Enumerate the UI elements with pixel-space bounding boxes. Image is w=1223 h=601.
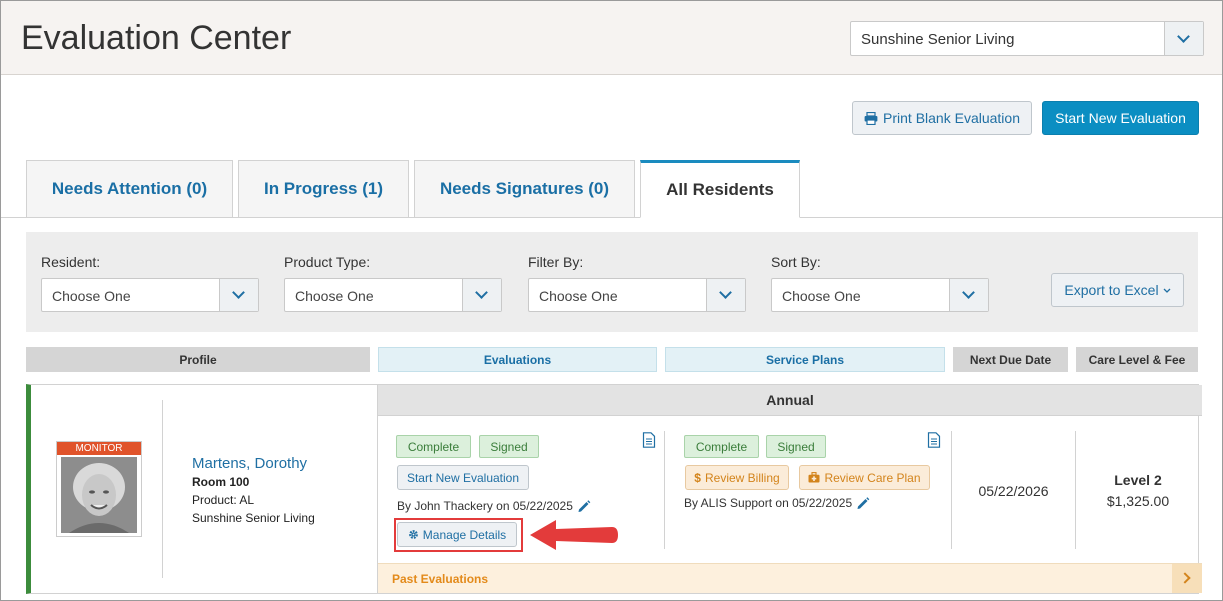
printer-icon — [864, 111, 878, 125]
column-header-profile: Profile — [26, 347, 370, 372]
tab-needs-signatures[interactable]: Needs Signatures (0) — [414, 160, 635, 218]
print-blank-evaluation-button[interactable]: Print Blank Evaluation — [852, 101, 1032, 135]
dollar-icon: $ — [694, 470, 701, 485]
chevron-down-icon — [962, 286, 975, 299]
pointer-arrow-icon — [530, 520, 618, 550]
resident-photo[interactable]: MONITOR — [56, 441, 142, 537]
evaluation-author-text: By John Thackery on 05/22/2025 — [397, 499, 573, 513]
review-care-plan-button[interactable]: Review Care Plan — [799, 465, 930, 490]
chevron-right-icon — [1179, 572, 1191, 584]
past-evaluations-expand-button[interactable] — [1172, 564, 1202, 593]
tab-needs-attention[interactable]: Needs Attention (0) — [26, 160, 233, 218]
resident-name-link[interactable]: Martens, Dorothy — [192, 455, 307, 472]
manage-details-button[interactable]: Manage Details — [397, 522, 517, 547]
manage-details-label: Manage Details — [422, 527, 507, 542]
export-to-excel-button[interactable]: Export to Excel — [1051, 273, 1184, 307]
filter-bar: Resident: Choose One Product Type: Choos… — [26, 232, 1198, 332]
review-care-plan-label: Review Care Plan — [824, 470, 921, 485]
filter-by-select[interactable]: Choose One — [528, 278, 746, 312]
evaluation-center-window: Evaluation Center Sunshine Senior Living… — [0, 0, 1223, 601]
service-plan-signed-badge: Signed — [766, 435, 826, 458]
product-type-filter-label: Product Type: — [284, 254, 371, 270]
care-level: Level 2 — [1114, 472, 1162, 488]
card-divider — [664, 431, 665, 549]
community-select-value: Sunshine Senior Living — [861, 31, 1015, 48]
filter-by-value: Choose One — [539, 288, 618, 304]
resident-room: Room 100 — [192, 475, 250, 489]
chevron-down-icon — [719, 286, 732, 299]
past-evaluations-bar[interactable]: Past Evaluations — [378, 563, 1202, 593]
community-select[interactable]: Sunshine Senior Living — [850, 21, 1204, 56]
resident-filter-dropdown[interactable] — [219, 279, 258, 311]
caret-down-icon — [1163, 288, 1171, 293]
chevron-down-icon — [1177, 29, 1190, 43]
gear-icon — [408, 530, 418, 539]
pencil-icon[interactable] — [856, 496, 870, 510]
resident-filter-select[interactable]: Choose One — [41, 278, 259, 312]
next-due-date: 05/22/2026 — [978, 483, 1049, 499]
document-icon[interactable] — [642, 432, 656, 448]
print-blank-evaluation-label: Print Blank Evaluation — [883, 110, 1020, 126]
chevron-down-icon — [232, 286, 245, 299]
tab-all-residents[interactable]: All Residents — [640, 160, 800, 218]
card-divider — [162, 400, 163, 578]
sort-by-dropdown[interactable] — [949, 279, 988, 311]
card-divider — [1075, 431, 1076, 549]
tab-in-progress[interactable]: In Progress (1) — [238, 160, 409, 218]
page-header: Evaluation Center Sunshine Senior Living — [1, 1, 1222, 75]
sort-by-select[interactable]: Choose One — [771, 278, 989, 312]
resident-product: Product: AL — [192, 493, 255, 507]
product-type-filter-dropdown[interactable] — [462, 279, 501, 311]
evaluation-status-badge: Complete — [396, 435, 471, 458]
evaluation-author-line: By John Thackery on 05/22/2025 — [397, 499, 591, 513]
card-divider — [377, 385, 378, 593]
annual-section-header: Annual — [378, 385, 1202, 416]
service-plan-author-text: By ALIS Support on 05/22/2025 — [684, 496, 853, 510]
medical-kit-icon — [808, 472, 820, 483]
past-evaluations-label[interactable]: Past Evaluations — [392, 572, 488, 586]
export-to-excel-label: Export to Excel — [1064, 282, 1159, 298]
review-billing-button[interactable]: $ Review Billing — [685, 465, 789, 490]
monitor-tag: MONITOR — [57, 442, 141, 455]
filter-by-label: Filter By: — [528, 254, 584, 270]
resident-community: Sunshine Senior Living — [192, 511, 315, 525]
page-title: Evaluation Center — [21, 19, 292, 57]
document-icon[interactable] — [927, 432, 941, 448]
column-header-evaluations[interactable]: Evaluations — [378, 347, 657, 372]
service-plan-status-badge: Complete — [684, 435, 759, 458]
sort-by-label: Sort By: — [771, 254, 821, 270]
pencil-icon[interactable] — [577, 499, 591, 513]
sort-by-value: Choose One — [782, 288, 861, 304]
evaluation-signed-badge: Signed — [479, 435, 539, 458]
product-type-filter-value: Choose One — [295, 288, 374, 304]
product-type-filter-select[interactable]: Choose One — [284, 278, 502, 312]
care-fee: $1,325.00 — [1106, 493, 1170, 509]
review-billing-label: Review Billing — [704, 470, 780, 485]
avatar — [61, 457, 137, 533]
start-new-evaluation-row-button[interactable]: Start New Evaluation — [397, 465, 529, 490]
column-header-service-plans[interactable]: Service Plans — [665, 347, 945, 372]
chevron-down-icon — [475, 286, 488, 299]
start-new-evaluation-button[interactable]: Start New Evaluation — [1042, 101, 1199, 135]
filter-by-dropdown[interactable] — [706, 279, 745, 311]
community-dropdown-button[interactable] — [1164, 22, 1203, 55]
service-plan-author-line: By ALIS Support on 05/22/2025 — [684, 496, 870, 510]
resident-card: MONITOR Martens, Dorothy Room 100 Produc… — [26, 384, 1202, 594]
column-header-next-due-date: Next Due Date — [953, 347, 1068, 372]
resident-filter-label: Resident: — [41, 254, 101, 270]
resident-filter-value: Choose One — [52, 288, 131, 304]
column-header-care-level-fee: Care Level & Fee — [1076, 347, 1198, 372]
